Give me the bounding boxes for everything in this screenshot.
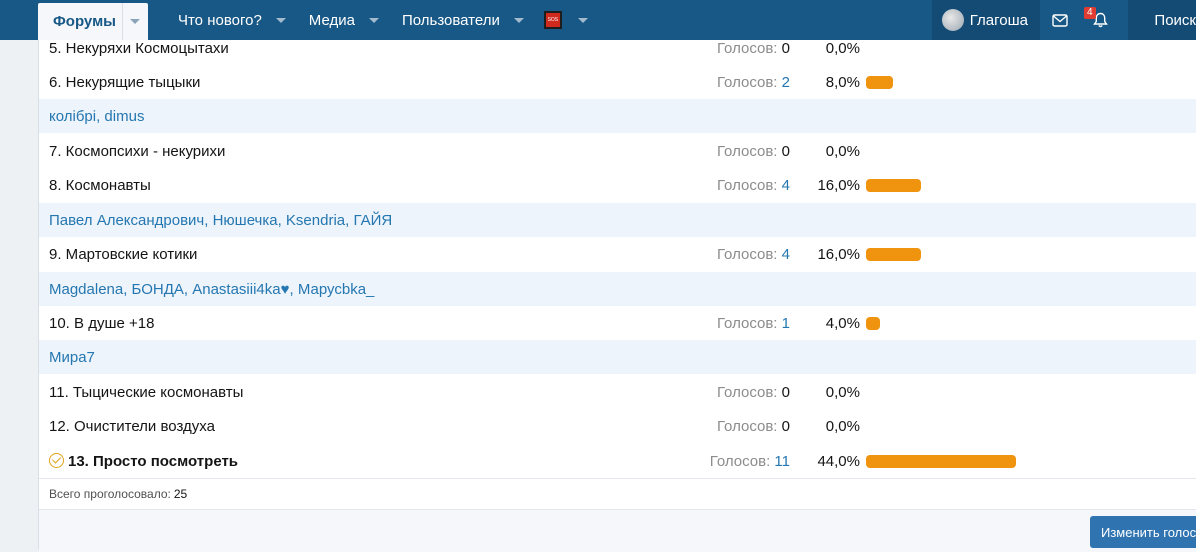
- sos-icon: SOS: [543, 11, 562, 29]
- vote-count: Голосов: 0: [716, 383, 790, 401]
- poll-footer: Изменить голос: [39, 509, 1196, 552]
- vote-percent: 8,0%: [825, 73, 860, 91]
- vote-count[interactable]: Голосов: 2: [717, 74, 790, 91]
- envelope-icon: [1052, 13, 1068, 27]
- response-text: 12. Очистители воздуха: [49, 417, 215, 435]
- vote-bar: [866, 247, 921, 261]
- vote-percent: 44,0%: [817, 452, 860, 470]
- response-text: 6. Некурящие тыцыки: [49, 73, 201, 91]
- nav-tab-media-label: Медиа: [308, 11, 355, 29]
- response-text: 5. Некуряхи Космоцытахи: [49, 39, 229, 57]
- username: Глагоша: [969, 11, 1028, 29]
- voters-row: Magdalena, БОНДА, Anastasiii4ka♥, Марусb…: [39, 272, 1196, 306]
- vote-count[interactable]: Голосов: 1: [717, 315, 790, 332]
- avatar: [941, 9, 964, 31]
- vote-bar: [866, 454, 1016, 468]
- poll-response-row-selected: 13. Просто посмотреть Голосов: 11 44,0%: [39, 444, 1196, 478]
- vote-count: Голосов: 0: [716, 417, 790, 435]
- total-voters: Всего проголосовало: 25: [39, 478, 1196, 509]
- vote-percent: 16,0%: [817, 176, 860, 194]
- checkmark-circle-icon: [49, 452, 64, 468]
- voters-row: Павел Александрович, Нюшечка, Ksendria, …: [39, 203, 1196, 237]
- response-text: 7. Космопсихи - некурихи: [49, 142, 226, 160]
- search-label: Поиск: [1154, 11, 1196, 29]
- nav-tab-forums-label: Форумы: [53, 13, 116, 30]
- vote-percent: 0,0%: [825, 39, 860, 57]
- poll-response-row: 9. Мартовские котики Голосов: 4 16,0%: [39, 237, 1196, 271]
- voters-list[interactable]: Magdalena, БОНДА, Anastasiii4ka♥, Марусb…: [49, 281, 374, 298]
- poll-response-row: 10. В душе +18 Голосов: 1 4,0%: [39, 306, 1196, 340]
- voters-list[interactable]: колібрі, dimus: [49, 108, 144, 125]
- poll-response-row: 8. Космонавты Голосов: 4 16,0%: [39, 168, 1196, 202]
- response-text: 13. Просто посмотреть: [49, 452, 238, 470]
- vote-percent: 4,0%: [825, 314, 860, 332]
- total-voters-count: 25: [173, 487, 188, 501]
- change-vote-button[interactable]: Изменить голос: [1090, 516, 1196, 548]
- vote-percent: 0,0%: [825, 383, 860, 401]
- nav-tab-whats-new-label: Что нового?: [177, 11, 262, 29]
- poll-response-row: 5. Некуряхи Космоцытахи Голосов: 0 0,0%: [39, 31, 1196, 65]
- poll-response-row: 12. Очистители воздуха Голосов: 0 0,0%: [39, 409, 1196, 443]
- alerts-count-badge: 4: [1084, 7, 1096, 19]
- response-text: 8. Космонавты: [49, 176, 151, 194]
- response-text: 9. Мартовские котики: [49, 245, 198, 263]
- vote-count[interactable]: Голосов: 4: [717, 246, 790, 263]
- total-voters-label: Всего проголосовало:: [49, 487, 171, 501]
- vote-percent: 16,0%: [817, 245, 860, 263]
- vote-count: Голосов: 0: [716, 39, 790, 57]
- vote-bar: [866, 316, 880, 330]
- vote-percent: 0,0%: [825, 142, 860, 160]
- nav-tab-users-label: Пользователи: [401, 11, 500, 29]
- poll-response-row: 7. Космопсихи - некурихи Голосов: 0 0,0%: [39, 134, 1196, 168]
- vote-count[interactable]: Голосов: 11: [710, 453, 790, 470]
- voters-row: колібрі, dimus: [39, 99, 1196, 133]
- voters-row: Мира7: [39, 340, 1196, 374]
- response-text: 11. Тыцические космонавты: [49, 383, 244, 401]
- poll-response-row: 11. Тыцические космонавты Голосов: 0 0,0…: [39, 375, 1196, 409]
- vote-bar: [866, 178, 921, 192]
- poll-block: 5. Некуряхи Космоцытахи Голосов: 0 0,0% …: [38, 40, 1196, 552]
- vote-percent: 0,0%: [825, 417, 860, 435]
- vote-count: Голосов: 0: [716, 142, 790, 160]
- vote-count[interactable]: Голосов: 4: [717, 177, 790, 194]
- nav-left-spacer: [0, 0, 38, 40]
- response-text: 10. В душе +18: [49, 314, 155, 332]
- voters-list[interactable]: Мира7: [49, 349, 95, 366]
- voters-list[interactable]: Павел Александрович, Нюшечка, Ksendria, …: [49, 212, 392, 229]
- poll-response-row: 6. Некурящие тыцыки Голосов: 2 8,0%: [39, 65, 1196, 99]
- vote-bar: [866, 75, 893, 89]
